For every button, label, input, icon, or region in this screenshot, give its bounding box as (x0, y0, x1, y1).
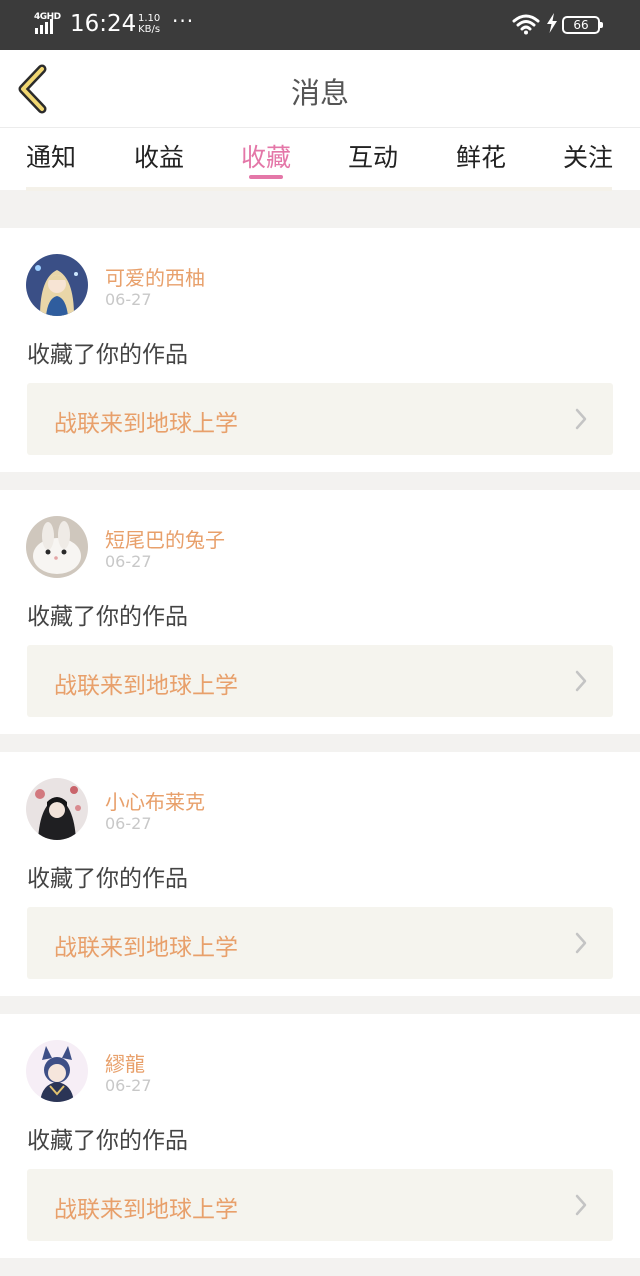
catboy-anime-avatar-icon (26, 1040, 88, 1102)
tab-interactions[interactable]: 互动 (348, 138, 398, 174)
work-title: 战联来到地球上学 (54, 1197, 238, 1223)
avatar[interactable] (26, 1040, 88, 1102)
avatar[interactable] (26, 254, 88, 316)
work-title: 战联来到地球上学 (54, 411, 238, 437)
tab-favorites[interactable]: 收藏 (241, 138, 291, 174)
tab-flowers[interactable]: 鲜花 (456, 138, 506, 174)
work-title: 战联来到地球上学 (54, 673, 238, 699)
post-date: 06-27 (105, 814, 152, 833)
chevron-right-icon (575, 408, 587, 430)
status-bar: 4GHD 16:24 1.10 KB/s ··· 66 (0, 0, 640, 50)
white-rabbit-avatar-icon (26, 516, 88, 578)
chevron-right-icon (575, 670, 587, 692)
tab-following[interactable]: 关注 (563, 138, 613, 174)
wifi-icon (512, 13, 540, 39)
tab-bar: 通知 收益 收藏 互动 鲜花 关注 (0, 128, 640, 191)
list-item: 繆龍 06-27 收藏了你的作品 战联来到地球上学 (0, 1014, 640, 1258)
post-date: 06-27 (105, 1076, 152, 1095)
charging-icon (546, 13, 558, 38)
user-name[interactable]: 小心布莱克 (105, 786, 205, 815)
page-title: 消息 (290, 76, 349, 110)
app-header: 消息 (0, 50, 640, 128)
network-type: 4GHD (34, 12, 61, 22)
clock: 16:24 (70, 11, 137, 37)
chevron-right-icon (575, 1194, 587, 1216)
list-item: 可爱的西柚 06-27 收藏了你的作品 战联来到地球上学 (0, 228, 640, 472)
action-text: 收藏了你的作品 (27, 1128, 188, 1154)
tab-notifications[interactable]: 通知 (26, 138, 76, 174)
action-text: 收藏了你的作品 (27, 866, 188, 892)
cellular-signal-icon: 4GHD (34, 12, 62, 36)
post-date: 06-27 (105, 552, 152, 571)
dark-anime-avatar-icon (26, 778, 88, 840)
work-link[interactable]: 战联来到地球上学 (27, 1169, 613, 1241)
list-item: 短尾巴的兔子 06-27 收藏了你的作品 战联来到地球上学 (0, 490, 640, 734)
work-link[interactable]: 战联来到地球上学 (27, 645, 613, 717)
post-date: 06-27 (105, 290, 152, 309)
work-title: 战联来到地球上学 (54, 935, 238, 961)
list-item: 小心布莱克 06-27 收藏了你的作品 战联来到地球上学 (0, 752, 640, 996)
active-tab-indicator (249, 175, 283, 179)
anime-girl-avatar-icon (26, 254, 88, 316)
tab-bar-divider (26, 187, 612, 191)
network-speed: 1.10 KB/s (138, 13, 160, 35)
action-text: 收藏了你的作品 (27, 604, 188, 630)
user-name[interactable]: 短尾巴的兔子 (105, 524, 225, 553)
work-link[interactable]: 战联来到地球上学 (27, 383, 613, 455)
user-name[interactable]: 繆龍 (105, 1048, 145, 1077)
network-speed-value: 1.10 (138, 13, 161, 24)
user-name[interactable]: 可爱的西柚 (105, 262, 205, 291)
avatar[interactable] (26, 778, 88, 840)
action-text: 收藏了你的作品 (27, 342, 188, 368)
tab-earnings[interactable]: 收益 (134, 138, 184, 174)
network-speed-unit: KB/s (138, 24, 161, 35)
work-link[interactable]: 战联来到地球上学 (27, 907, 613, 979)
more-notifications-icon: ··· (172, 9, 195, 33)
chevron-right-icon (575, 932, 587, 954)
battery-indicator: 66 (562, 16, 603, 34)
avatar[interactable] (26, 516, 88, 578)
